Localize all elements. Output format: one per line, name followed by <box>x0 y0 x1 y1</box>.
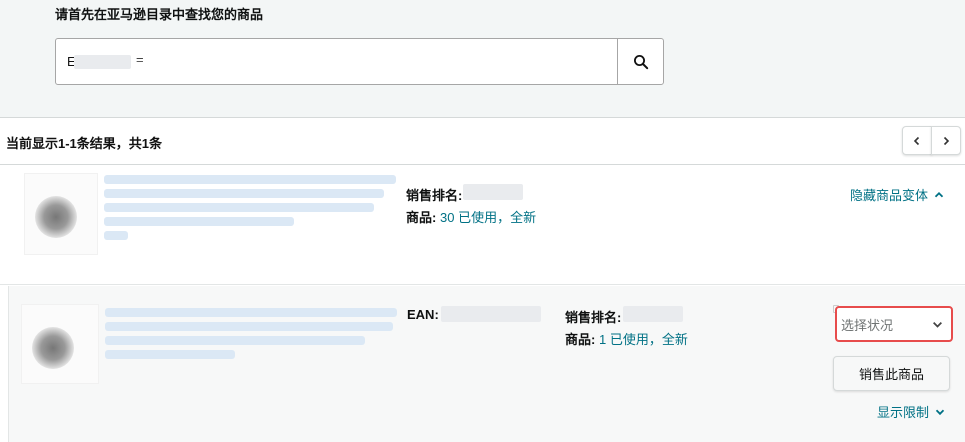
redacted-text <box>74 55 131 69</box>
chevron-down-icon <box>935 409 945 415</box>
results-bar: 当前显示1-1条结果，共1条 <box>0 118 965 165</box>
product-thumbnail <box>24 173 98 255</box>
ean-redacted <box>441 306 541 322</box>
chevron-right-icon <box>943 136 950 145</box>
variant-image-blurred <box>32 327 74 369</box>
chevron-down-icon <box>933 321 942 328</box>
chevron-up-icon <box>934 191 944 197</box>
chevron-left-icon <box>913 136 920 145</box>
variant-product-row: EAN: 销售排名: 商品: 1 已使用，全新 选择状况 销售此商品 显示限制 <box>8 286 965 442</box>
condition-select[interactable]: 选择状况 <box>835 306 953 342</box>
variant-sales-rank-label: 销售排名: <box>565 310 622 325</box>
prev-page-button[interactable] <box>902 126 932 155</box>
product-image-blurred <box>35 196 77 238</box>
search-input-suffix[interactable]: = <box>136 52 144 67</box>
show-restrictions-label[interactable]: 显示限制 <box>877 402 929 421</box>
offers-label: 商品: <box>406 210 437 225</box>
sales-rank-redacted <box>463 184 523 200</box>
variant-thumbnail <box>21 304 99 384</box>
condition-select-placeholder[interactable]: 选择状况 <box>841 315 893 334</box>
results-count: 当前显示1-1条结果，共1条 <box>6 136 163 151</box>
search-heading: 请首先在亚马逊目录中查找您的商品 <box>55 7 264 22</box>
sales-rank-label: 销售排名: <box>406 188 463 203</box>
variant-offers-link[interactable]: 1 已使用，全新 <box>599 329 688 348</box>
next-page-button[interactable] <box>931 126 961 155</box>
hide-variants-label[interactable]: 隐藏商品变体 <box>850 185 928 204</box>
search-box: E = <box>55 38 664 85</box>
pager <box>902 126 961 155</box>
hide-variants-toggle[interactable]: 隐藏商品变体 <box>850 185 944 204</box>
show-restrictions-toggle[interactable]: 显示限制 <box>877 402 945 421</box>
ean-label: EAN: <box>407 307 439 322</box>
variant-offers-label: 商品: <box>565 332 596 347</box>
variant-sales-rank-redacted <box>623 306 683 322</box>
search-icon <box>633 54 648 69</box>
sell-this-product-button[interactable]: 销售此商品 <box>833 356 950 391</box>
search-section: 请首先在亚马逊目录中查找您的商品 E = <box>0 0 965 118</box>
search-input-wrap[interactable]: E = <box>56 39 617 84</box>
search-button[interactable] <box>617 39 663 84</box>
parent-product-row: 销售排名: 商品: 30 已使用，全新 隐藏商品变体 <box>0 165 965 285</box>
offers-link[interactable]: 30 已使用，全新 <box>440 207 536 226</box>
